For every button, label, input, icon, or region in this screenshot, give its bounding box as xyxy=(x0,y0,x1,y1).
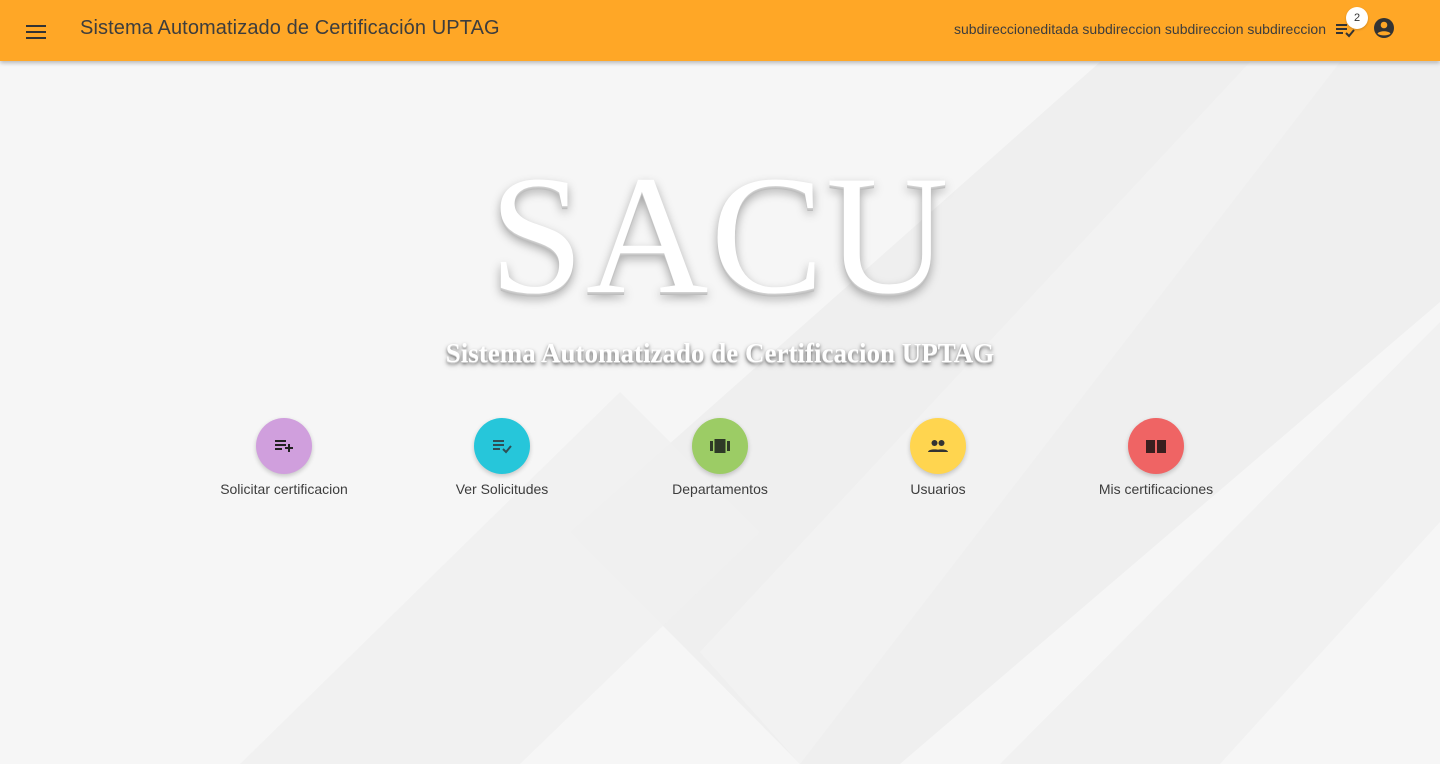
book-icon xyxy=(1146,440,1166,453)
hero-logo: SACU xyxy=(489,141,951,329)
shortcut-mis-certificaciones[interactable]: Mis certificaciones xyxy=(1056,418,1256,508)
shortcut-usuarios[interactable]: Usuarios xyxy=(838,418,1038,508)
view-array-icon xyxy=(710,439,730,453)
shortcut-departamentos[interactable]: Departamentos xyxy=(620,418,820,508)
shortcut-circle xyxy=(692,418,748,474)
shortcut-solicitar-certificacion[interactable]: Solicitar certificacion xyxy=(184,418,384,508)
shortcut-label: Mis certificaciones xyxy=(1098,481,1214,497)
playlist-add-icon xyxy=(275,440,293,452)
shortcut-circle xyxy=(1128,418,1184,474)
app-title: Sistema Automatizado de Certificación UP… xyxy=(80,17,500,39)
menu-button[interactable] xyxy=(18,17,54,47)
notification-badge: 2 xyxy=(1346,7,1368,29)
shortcut-label: Ver Solicitudes xyxy=(455,481,549,497)
shortcut-circle xyxy=(474,418,530,474)
shortcut-label: Departamentos xyxy=(672,481,768,497)
hero-subtitle: Sistema Automatizado de Certificacion UP… xyxy=(445,338,995,368)
playlist-check-icon xyxy=(493,440,512,454)
shortcut-ver-solicitudes[interactable]: Ver Solicitudes xyxy=(402,418,602,508)
people-icon xyxy=(928,440,948,452)
top-app-bar: Sistema Automatizado de Certificación UP… xyxy=(0,0,1440,61)
shortcut-label: Solicitar certificacion xyxy=(220,481,348,497)
user-name: subdireccioneditada subdireccion subdire… xyxy=(954,21,1326,37)
account-button[interactable] xyxy=(1372,16,1396,40)
shortcut-circle xyxy=(256,418,312,474)
account-circle-icon xyxy=(1374,18,1394,38)
shortcut-label: Usuarios xyxy=(910,481,966,497)
shortcut-circle xyxy=(910,418,966,474)
menu-icon xyxy=(26,25,46,39)
